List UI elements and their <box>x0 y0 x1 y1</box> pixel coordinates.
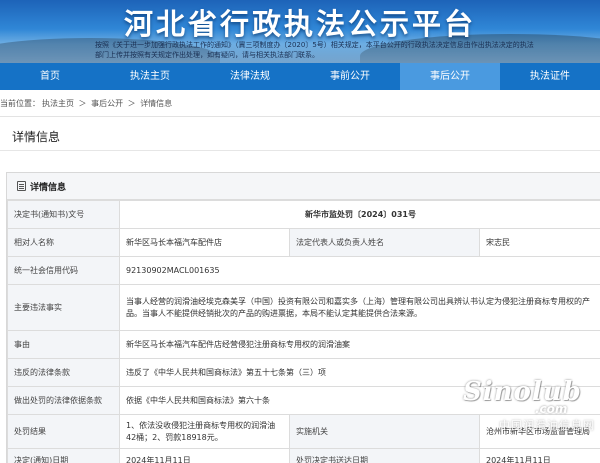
row-label: 相对人名称 <box>7 228 120 257</box>
row-value: 新华市监处罚〔2024〕031号 <box>118 200 600 229</box>
row-value: 2024年11月11日 <box>119 448 290 463</box>
table-row: 相对人名称 新华区马长本福汽车配件店 法定代表人或负责人姓名 宋志民 <box>7 228 600 257</box>
breadcrumb-prefix: 当前位置： <box>0 99 40 108</box>
row-label: 违反的法律条款 <box>7 358 120 387</box>
breadcrumb: 当前位置： 执法主页 ＞ 事后公开 ＞ 详情信息 <box>0 98 174 112</box>
card-header-label: 详情信息 <box>30 182 67 193</box>
row-value: 1、依法没收侵犯注册商标专用权的润滑油42桶；2、罚款18918元。 <box>119 414 290 449</box>
nav-item-post-disclosure[interactable]: 事后公开 <box>400 63 500 90</box>
row-label: 事由 <box>7 330 120 359</box>
row-value: 违反了《中华人民共和国商标法》第五十七条第（三）项 <box>118 358 600 387</box>
row-label: 决定(通知)日期 <box>7 448 120 463</box>
row-label: 决定书(通知书)文号 <box>7 200 120 229</box>
nav-item-pre-disclosure[interactable]: 事前公开 <box>300 63 400 90</box>
row-value: 宋志民 <box>478 228 600 257</box>
table-row: 处罚结果 1、依法没收侵犯注册商标专用权的润滑油42桶；2、罚款18918元。 … <box>7 414 600 449</box>
divider <box>0 150 600 151</box>
table-row: 违反的法律条款 违反了《中华人民共和国商标法》第五十七条第（三）项 <box>7 358 600 387</box>
breadcrumb-item-current: 详情信息 <box>140 99 173 108</box>
breadcrumb-separator: ＞ <box>78 99 87 108</box>
section-title: 详情信息 <box>12 130 61 144</box>
breadcrumb-separator: ＞ <box>127 99 136 108</box>
row-label: 实施机关 <box>289 414 480 449</box>
nav-item-home[interactable]: 首页 <box>0 63 100 90</box>
breadcrumb-item-post-disclosure[interactable]: 事后公开 <box>91 99 123 108</box>
table-row: 决定(通知)日期 2024年11月11日 处罚决定书送达日期 2024年11月1… <box>7 448 600 463</box>
row-value: 沧州市新华区市场监督管理局 <box>478 414 600 449</box>
main-nav: 首页 执法主页 法律法规 事前公开 事后公开 执法证件 <box>0 63 600 90</box>
row-value: 当事人经营的润滑油经埃克森美孚（中国）投资有限公司和嘉实多（上海）管理有限公司出… <box>118 284 600 331</box>
row-label: 处罚结果 <box>7 414 120 449</box>
table-row: 事由 新华区马长本福汽车配件店经营侵犯注册商标专用权的润滑油案 <box>7 330 600 359</box>
table-row: 主要违法事实 当事人经营的润滑油经埃克森美孚（中国）投资有限公司和嘉实多（上海）… <box>7 284 600 331</box>
site-title: 河北省行政执法公示平台 <box>123 7 476 41</box>
row-label: 做出处罚的法律依据条款 <box>7 386 120 415</box>
row-label: 处罚决定书送达日期 <box>289 448 480 463</box>
row-value: 依据《中华人民共和国商标法》第六十条 <box>118 386 600 415</box>
detail-card: 详情信息 决定书(通知书)文号 新华市监处罚〔2024〕031号 相对人名称 新… <box>6 172 600 463</box>
row-value: 92130902MACL001635 <box>118 256 600 285</box>
breadcrumb-item-enforcement-home[interactable]: 执法主页 <box>42 99 74 108</box>
divider <box>0 116 600 117</box>
detail-table: 决定书(通知书)文号 新华市监处罚〔2024〕031号 相对人名称 新华区马长本… <box>7 200 600 463</box>
row-value: 新华区马长本福汽车配件店经营侵犯注册商标专用权的润滑油案 <box>118 330 600 359</box>
table-row: 统一社会信用代码 92130902MACL001635 <box>7 256 600 285</box>
row-value: 新华区马长本福汽车配件店 <box>119 228 290 257</box>
table-row: 做出处罚的法律依据条款 依据《中华人民共和国商标法》第六十条 <box>7 386 600 415</box>
row-value: 2024年11月11日 <box>478 448 600 463</box>
row-label: 统一社会信用代码 <box>7 256 120 285</box>
site-notice: 按照《关于进一步加强行政执法工作的通知》（冀三项制度办〔2020〕5号）相关规定… <box>95 41 534 59</box>
table-row: 决定书(通知书)文号 新华市监处罚〔2024〕031号 <box>7 200 600 229</box>
row-label: 法定代表人或负责人姓名 <box>289 228 480 257</box>
header-banner: 河北省行政执法公示平台 按照《关于进一步加强行政执法工作的通知》（冀三项制度办〔… <box>0 0 600 63</box>
row-label: 主要违法事实 <box>7 284 120 331</box>
nav-item-enforcement-home[interactable]: 执法主页 <box>100 63 200 90</box>
nav-item-certificates[interactable]: 执法证件 <box>500 63 600 90</box>
card-header: 详情信息 <box>7 173 600 200</box>
document-icon <box>17 181 26 191</box>
nav-item-laws[interactable]: 法律法规 <box>200 63 300 90</box>
